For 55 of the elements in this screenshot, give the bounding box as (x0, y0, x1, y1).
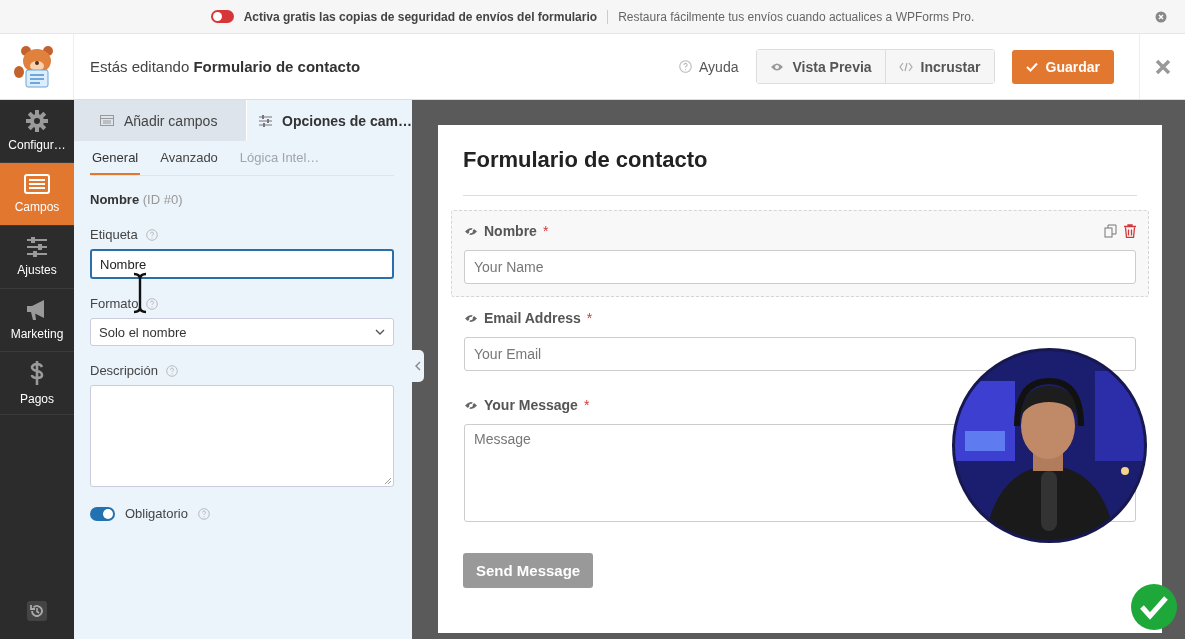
field-label: Descripción (90, 363, 158, 378)
toggle-switch[interactable] (90, 506, 115, 521)
field-id: (ID #0) (142, 192, 183, 207)
eye-icon (770, 61, 785, 72)
chevron-down-icon (375, 329, 385, 335)
required-asterisk: * (586, 310, 593, 326)
toggle-label: Obligatorio (125, 506, 188, 521)
hidden-eye-icon (464, 225, 478, 237)
close-icon[interactable] (1154, 58, 1171, 75)
collapse-handle[interactable] (412, 350, 424, 382)
check-icon (1025, 61, 1038, 72)
field-title: Nombre (90, 192, 140, 207)
sliders-icon (259, 114, 273, 127)
field-label: Your Message (484, 397, 578, 413)
form-title: Formulario de contacto (463, 147, 1137, 196)
selected-field-frame[interactable]: Nombre * Your Name (451, 210, 1149, 297)
help-icon (146, 297, 159, 310)
help-link[interactable]: Ayuda (679, 58, 739, 75)
required-asterisk: * (542, 223, 549, 239)
text-input[interactable]: Your Name (464, 250, 1136, 284)
toggle-switch[interactable] (210, 10, 234, 23)
close-icon[interactable] (1155, 11, 1167, 23)
field-label: Etiqueta (90, 227, 138, 242)
hidden-eye-icon (464, 399, 478, 411)
sub-tab[interactable]: Avanzado (158, 141, 220, 175)
sliders-icon (26, 237, 48, 257)
required-asterisk: * (583, 397, 590, 413)
panel-tab[interactable]: Opciones de cam… (246, 100, 412, 141)
help-icon (165, 364, 178, 377)
help-icon (145, 228, 158, 241)
label-input[interactable]: Nombre (90, 249, 394, 279)
sub-tab[interactable]: General (90, 141, 141, 175)
table-icon (100, 115, 114, 126)
chevron-left-icon (415, 361, 421, 371)
field-label: Nombre (484, 223, 537, 239)
preview-button[interactable]: Vista Previa (757, 50, 885, 83)
code-icon (898, 61, 913, 72)
gear-icon (26, 110, 48, 132)
field-label: Formato (90, 296, 139, 311)
hidden-eye-icon (464, 312, 478, 324)
history-icon[interactable] (27, 601, 47, 621)
field-label: Email Address (484, 310, 581, 326)
trash-icon[interactable] (1124, 224, 1136, 238)
duplicate-icon[interactable] (1104, 224, 1117, 238)
dollar-icon (29, 360, 45, 386)
embed-button[interactable]: Incrustar (884, 50, 994, 83)
panel-tab[interactable]: Añadir campos (74, 100, 247, 141)
help-icon (197, 507, 210, 520)
list-icon (24, 174, 50, 194)
resize-grip-icon (384, 477, 391, 484)
editor-title: Estás editando Formulario de contacto (90, 58, 362, 75)
help-icon (679, 60, 692, 73)
format-select[interactable]: Solo el nombre (90, 318, 394, 346)
notice-message: Activa gratis las copias de seguridad de envíos del formulario (243, 9, 598, 24)
notice-detail: Restaura fácilmente tus envíos cuando actualices a WPForms Pro. (618, 9, 975, 24)
